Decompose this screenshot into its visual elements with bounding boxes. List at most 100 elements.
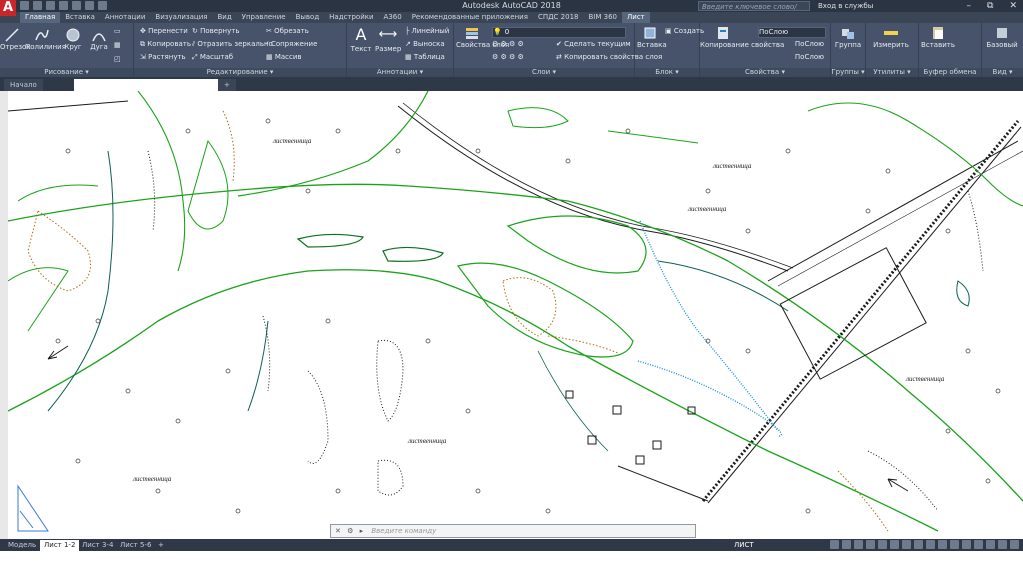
rotate-button[interactable]: ↻ Повернуть [192, 27, 239, 35]
layout-tab-1-2[interactable]: Лист 1-2 [40, 540, 80, 551]
tab-bim360[interactable]: BIM 360 [584, 12, 623, 23]
current-file-tab[interactable] [74, 79, 226, 91]
lineweight-dropdown[interactable]: ПоСлою [758, 53, 824, 62]
panel-block-title[interactable]: Блок ▾ [635, 68, 699, 77]
minimize-button[interactable]: – [967, 0, 972, 12]
layer-dropdown[interactable]: 💡 0 [492, 27, 626, 38]
new-layout-button[interactable]: + [154, 540, 168, 551]
panel-layers-title[interactable]: Слои ▾ [454, 68, 634, 77]
fillet-button[interactable]: ◜ Сопряжение [266, 40, 317, 48]
color-dropdown[interactable]: ПоСлою [758, 27, 826, 38]
new-tab-button[interactable]: + [218, 79, 236, 91]
arc-button[interactable]: Дуга [87, 27, 111, 51]
tab-visualize[interactable]: Визуализация [150, 12, 212, 23]
tab-view[interactable]: Вид [212, 12, 236, 23]
stretch-button[interactable]: ⇲ Растянуть [140, 53, 186, 61]
layout-tab-5-6[interactable]: Лист 5-6 [116, 540, 155, 551]
match-properties-button[interactable]: Копирование свойства [700, 25, 784, 49]
scale-button[interactable]: ⤢ Масштаб [192, 53, 233, 62]
otrack-icon[interactable] [890, 540, 899, 549]
hatch-icon[interactable]: ▦ [114, 41, 121, 49]
osnap-icon[interactable] [878, 540, 887, 549]
measure-icon [884, 31, 898, 35]
dimension-button[interactable]: ⟷ Размер [375, 25, 401, 53]
restore-button[interactable]: ⧉ [987, 0, 993, 12]
model-tab[interactable]: Модель [4, 540, 40, 551]
grid-icon[interactable] [830, 540, 839, 549]
tab-annotate[interactable]: Аннотации [100, 12, 150, 23]
tab-manage[interactable]: Управление [237, 12, 291, 23]
tab-insert[interactable]: Вставка [60, 12, 100, 23]
start-tab[interactable]: Начало [4, 79, 43, 91]
ortho-icon[interactable] [854, 540, 863, 549]
tab-home[interactable]: Главная [20, 12, 61, 23]
layer-tools-icons[interactable]: ⚙ ⚙ ⚙ ⚙ [492, 40, 524, 48]
copy-button[interactable]: ⧉ Копировать [140, 40, 191, 49]
panel-modify-title[interactable]: Редактирование ▾ [134, 68, 346, 77]
insert-block-button[interactable]: Вставка [637, 25, 667, 49]
isolate-icon[interactable] [974, 540, 983, 549]
panel-clipboard-title[interactable]: Буфер обмена [919, 68, 981, 77]
base-view-button[interactable]: Базовый [982, 25, 1022, 49]
command-line[interactable]: ✕ ⚙ ▸ Введите команду [330, 524, 696, 538]
signin-button[interactable]: Вход в службы [818, 0, 873, 12]
space-mode-label[interactable]: ЛИСТ [730, 540, 758, 551]
boundary-icon[interactable]: ◰ [114, 55, 121, 63]
panel-utilities: Измерить Утилиты ▾ [866, 23, 919, 77]
polyline-button[interactable]: Полилиния [25, 27, 66, 51]
close-command-icon[interactable]: ✕ [331, 527, 345, 535]
move-button[interactable]: ✥ Перенести [140, 27, 188, 35]
trim-button[interactable]: ✂ Обрезать [266, 27, 309, 35]
panel-draw-title[interactable]: Рисование ▾ [0, 68, 133, 77]
clean-screen-icon[interactable] [998, 540, 1007, 549]
command-settings-icon[interactable]: ⚙ [347, 527, 357, 535]
workspace-icon[interactable] [950, 540, 959, 549]
panel-properties-title[interactable]: Свойства ▾ [700, 68, 830, 77]
layer-properties-button[interactable]: Свойства слоя [456, 25, 509, 49]
command-input[interactable]: Введите команду [371, 527, 436, 535]
array-button[interactable]: ▦ Массив [266, 53, 302, 61]
panel-view-title[interactable]: Вид ▾ [982, 68, 1023, 77]
leader-button[interactable]: ↗ Выноска [405, 40, 445, 48]
layout-tab-3-4[interactable]: Лист 3-4 [78, 540, 117, 551]
linetype-dropdown[interactable]: ПоСлою [758, 40, 824, 49]
panel-groups-title[interactable]: Группы ▾ [831, 68, 865, 77]
paste-button[interactable]: Вставить [921, 25, 955, 49]
rectangle-icon[interactable]: ▭ [114, 27, 121, 35]
tab-sheet[interactable]: Лист [622, 12, 650, 23]
selection-cycling-icon[interactable] [926, 540, 935, 549]
tab-a360[interactable]: A360 [379, 12, 407, 23]
linear-button[interactable]: ├ Линейный [405, 27, 449, 35]
drawing-canvas[interactable]: лиственница лиственница лиственница лист… [8, 91, 1023, 539]
line-button[interactable]: Отрезок [0, 27, 31, 51]
trim-icon: ✂ [266, 27, 275, 35]
panel-annotation-title[interactable]: Аннотации ▾ [347, 68, 453, 77]
search-input[interactable]: Введите ключевое слово/фразу [698, 1, 810, 21]
autocad-logo[interactable]: A [0, 0, 16, 16]
table-icon: ▦ [405, 53, 414, 61]
lineweight-icon[interactable] [902, 540, 911, 549]
annotation-scale-icon[interactable] [938, 540, 947, 549]
tab-spds[interactable]: СПДС 2018 [533, 12, 584, 23]
annotation-monitor-icon[interactable] [962, 540, 971, 549]
tab-output[interactable]: Вывод [291, 12, 325, 23]
panel-utilities-title[interactable]: Утилиты ▾ [866, 68, 918, 77]
text-button[interactable]: A Текст [349, 25, 373, 53]
hardware-acceleration-icon[interactable] [986, 540, 995, 549]
customize-icon[interactable] [1010, 540, 1019, 549]
tab-addins[interactable]: Надстройки [324, 12, 378, 23]
circle-button[interactable]: Круг [61, 27, 85, 51]
tab-featured-apps[interactable]: Рекомендованные приложения [407, 12, 533, 23]
make-current-button[interactable]: ✔ Сделать текущим [556, 40, 631, 48]
layer-tools2-icons[interactable]: ⚙ ⚙ ⚙ ⚙ [492, 53, 524, 61]
close-button[interactable]: ✕ [1009, 0, 1017, 12]
snap-icon[interactable] [842, 540, 851, 549]
polar-icon[interactable] [866, 540, 875, 549]
table-button[interactable]: ▦ Таблица [405, 53, 445, 61]
measure-button[interactable]: Измерить [868, 25, 914, 49]
group-button[interactable]: Группа [831, 25, 865, 49]
create-block-button[interactable]: ▣ Создать [665, 27, 704, 35]
transparency-icon[interactable] [914, 540, 923, 549]
map-label: лиственница [132, 475, 172, 483]
mirror-button[interactable]: ⫽ Отразить зеркально [192, 40, 273, 49]
